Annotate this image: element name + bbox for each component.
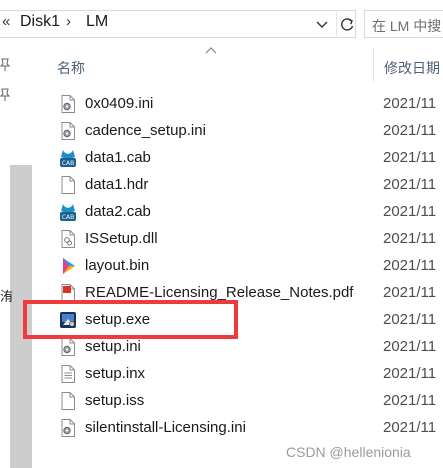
column-header	[32, 48, 443, 86]
cab-archive-icon: CAB	[60, 204, 76, 221]
file-name: cadence_setup.ini	[85, 122, 206, 139]
file-date: 2021/11	[383, 284, 437, 301]
settings-file-icon	[61, 95, 75, 113]
file-date: 2021/11	[383, 257, 437, 274]
blank-file-icon	[61, 392, 75, 410]
file-date: 2021/11	[383, 203, 437, 220]
file-name: data1.hdr	[85, 176, 149, 193]
file-date: 2021/11	[383, 230, 437, 247]
dll-file-icon	[61, 230, 75, 248]
breadcrumb-separator[interactable]: ›	[66, 13, 71, 30]
settings-file-icon	[61, 419, 75, 437]
file-row[interactable]: setup.inx 2021/11	[32, 360, 443, 387]
pin-icon[interactable]	[0, 88, 10, 102]
file-row[interactable]: 0x0409.ini 2021/11	[32, 90, 443, 117]
file-date: 2021/11	[383, 338, 437, 355]
file-row[interactable]: CAB data1.cab 2021/11	[32, 144, 443, 171]
highlight-box	[23, 300, 238, 339]
text-file-icon	[61, 365, 75, 383]
file-date: 2021/11	[383, 122, 437, 139]
file-name: data2.cab	[85, 203, 151, 220]
file-date: 2021/11	[383, 311, 437, 328]
file-date: 2021/11	[383, 419, 437, 436]
watermark: CSDN @hellenionia	[286, 444, 411, 460]
file-name: setup.iss	[85, 392, 145, 409]
svg-text:CAB: CAB	[62, 214, 74, 221]
file-row[interactable]: data1.hdr 2021/11	[32, 171, 443, 198]
file-row[interactable]: silentinstall-Licensing.ini 2021/11	[32, 414, 443, 441]
file-row[interactable]: setup.iss 2021/11	[32, 387, 443, 414]
file-date: 2021/11	[383, 365, 437, 382]
refresh-icon[interactable]	[336, 10, 357, 38]
file-name: README-Licensing_Release_Notes.pdf	[85, 284, 354, 301]
settings-file-icon	[61, 338, 75, 356]
file-name: setup.inx	[85, 365, 146, 382]
file-name: ISSetup.dll	[85, 230, 158, 247]
file-name: layout.bin	[85, 257, 150, 274]
column-divider[interactable]	[373, 48, 374, 82]
file-row[interactable]: cadence_setup.ini 2021/11	[32, 117, 443, 144]
svg-text:CAB: CAB	[62, 160, 74, 167]
file-row[interactable]: ISSetup.dll 2021/11	[32, 225, 443, 252]
file-date: 2021/11	[383, 149, 437, 166]
file-name: 0x0409.ini	[85, 95, 154, 112]
file-name: silentinstall-Licensing.ini	[85, 419, 246, 436]
search-placeholder: 在 LM 中搜	[372, 18, 442, 34]
sort-ascending-icon	[205, 47, 217, 54]
chevron-down-icon[interactable]	[314, 16, 330, 32]
file-row[interactable]: layout.bin 2021/11	[32, 252, 443, 279]
file-date: 2021/11	[383, 392, 437, 409]
file-name: setup.ini	[85, 338, 141, 355]
blank-file-icon	[61, 176, 75, 194]
nav-item-label[interactable]: 洧	[0, 286, 13, 305]
column-header-date[interactable]: 修改日期	[384, 58, 440, 78]
file-name: data1.cab	[85, 149, 151, 166]
file-date: 2021/11	[383, 95, 437, 112]
breadcrumb-lm[interactable]: LM	[86, 13, 108, 31]
media-file-icon	[63, 258, 75, 274]
breadcrumb-overflow[interactable]: «	[2, 13, 10, 30]
cab-archive-icon: CAB	[60, 150, 76, 167]
breadcrumb-disk1[interactable]: Disk1	[20, 13, 60, 31]
column-header-name[interactable]: 名称	[57, 58, 85, 78]
file-date: 2021/11	[383, 176, 437, 193]
address-bar: « Disk1 › LM 在 LM 中搜	[0, 0, 443, 48]
pin-icon[interactable]	[0, 58, 10, 72]
settings-file-icon	[61, 122, 75, 140]
file-row[interactable]: CAB data2.cab 2021/11	[32, 198, 443, 225]
